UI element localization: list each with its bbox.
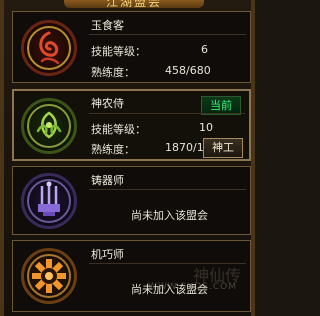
green-leaf-emblem-icon xyxy=(21,98,77,154)
proficiency-label: 熟练度： xyxy=(91,143,135,156)
skill-level-row: 技能等级： 10 xyxy=(91,121,213,137)
profession-panel-shennongshi[interactable]: 神农侍 当前 技能等级： 10 熟练度： 1870/1870 神工 xyxy=(12,89,251,161)
proficiency-row: 熟练度： 458/680 xyxy=(91,64,211,80)
profession-panel-zhuqishi[interactable]: 铸器师 尚未加入该盟会 xyxy=(12,166,251,235)
skill-level-value: 10 xyxy=(199,121,213,134)
red-swirl-emblem-icon xyxy=(21,20,77,76)
profession-name: 铸器师 xyxy=(91,174,124,187)
watermark-text: WWW.SXDS.COM xyxy=(147,282,237,292)
window-title-bar: 江湖盟会 xyxy=(64,0,204,8)
divider xyxy=(89,189,246,190)
skill-level-label: 技能等级： xyxy=(91,123,146,136)
orange-gear-emblem-icon xyxy=(21,248,77,304)
proficiency-value: 458/680 xyxy=(165,64,211,77)
not-joined-status: 尚未加入该盟会 xyxy=(131,209,208,222)
guild-window: 江湖盟会 玉食客 技能等级： 6 熟练度： 458/680 神农侍 当前 技能等… xyxy=(0,0,255,316)
skill-level-label: 技能等级： xyxy=(91,45,146,58)
purple-anvil-emblem-icon xyxy=(21,173,77,229)
divider xyxy=(89,34,246,35)
window-title: 江湖盟会 xyxy=(105,0,162,8)
profession-name: 神农侍 xyxy=(91,97,124,110)
skill-level-row: 技能等级： 6 xyxy=(91,43,208,59)
profession-panel-yushike[interactable]: 玉食客 技能等级： 6 熟练度： 458/680 xyxy=(12,11,251,83)
proficiency-row: 熟练度： 1870/1870 xyxy=(91,141,225,157)
shengong-button[interactable]: 神工 xyxy=(203,138,243,158)
skill-level-value: 6 xyxy=(201,43,208,56)
proficiency-label: 熟练度： xyxy=(91,66,135,79)
profession-name: 机巧师 xyxy=(91,248,124,261)
divider xyxy=(89,113,245,114)
profession-name: 玉食客 xyxy=(91,19,124,32)
